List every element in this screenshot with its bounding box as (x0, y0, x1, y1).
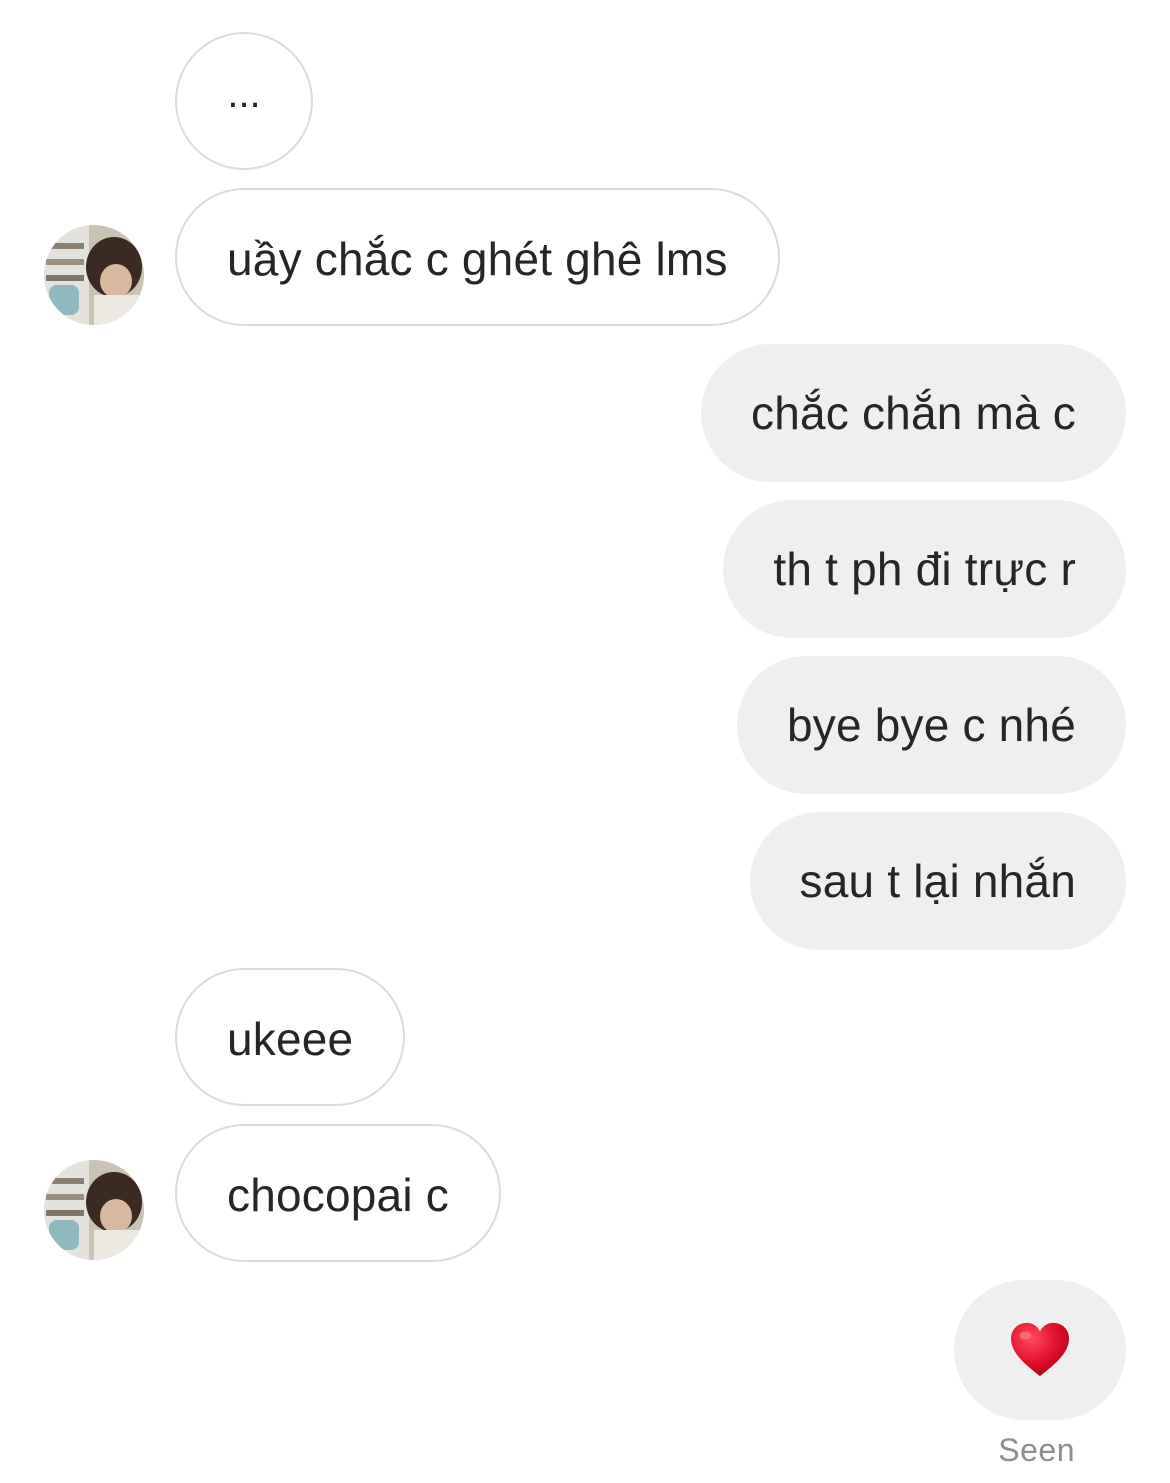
message-bubble-incoming[interactable]: ukeee (175, 968, 406, 1106)
typing-dots: ... (227, 71, 261, 116)
message-bubble-incoming[interactable]: uầy chắc c ghét ghê lms (175, 188, 780, 326)
heart-icon (1011, 1322, 1069, 1377)
heart-reaction-bubble[interactable] (954, 1280, 1126, 1420)
message-bubble-outgoing[interactable]: bye bye c nhé (736, 656, 1126, 794)
message-bubble-outgoing[interactable]: sau t lại nhắn (749, 812, 1126, 950)
message-text: chắc chắn mà c (751, 387, 1076, 439)
message-text: uầy chắc c ghét ghê lms (227, 233, 728, 285)
seen-status: Seen (998, 1432, 1075, 1468)
message-text: th t ph đi trực r (773, 543, 1076, 595)
avatar[interactable] (44, 225, 144, 325)
message-bubble-outgoing[interactable]: chắc chắn mà c (701, 344, 1126, 482)
message-bubble-incoming[interactable]: chocopai c (175, 1124, 501, 1262)
message-text: ukeee (227, 1013, 354, 1065)
message-thread: ... uầy chắc c ghét ghê lms chắc chắn mà… (0, 0, 1170, 1483)
avatar-photo (44, 225, 144, 325)
message-bubble-outgoing[interactable]: th t ph đi trực r (723, 500, 1126, 638)
message-text: bye bye c nhé (786, 699, 1076, 751)
avatar[interactable] (44, 1160, 144, 1260)
message-text: sau t lại nhắn (799, 855, 1076, 907)
message-text: chocopai c (227, 1169, 449, 1221)
typing-indicator: ... (175, 32, 313, 170)
avatar-photo (44, 1160, 144, 1260)
